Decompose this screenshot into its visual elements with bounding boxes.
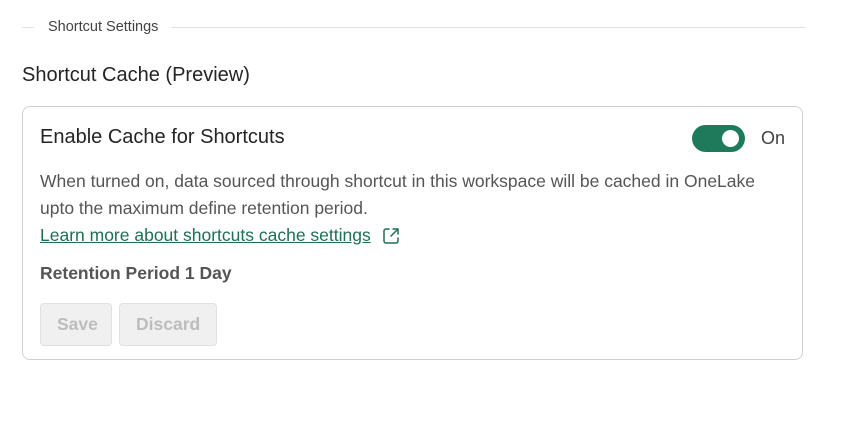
enable-cache-toggle-group: On <box>691 125 785 152</box>
shortcut-settings-page: Shortcut Settings Shortcut Cache (Previe… <box>0 0 859 427</box>
cache-settings-card: Enable Cache for Shortcuts On When turne… <box>22 106 803 360</box>
section-divider: Shortcut Settings <box>22 17 805 37</box>
save-button[interactable]: Save <box>40 303 112 346</box>
card-title: Enable Cache for Shortcuts <box>40 126 285 148</box>
section-divider-label: Shortcut Settings <box>48 19 159 35</box>
toggle-knob <box>721 130 739 147</box>
section-title: Shortcut Cache (Preview) <box>22 64 250 86</box>
toggle-state-label: On <box>760 128 785 148</box>
enable-cache-toggle[interactable] <box>691 125 745 152</box>
cache-description: When turned on, data sourced through sho… <box>40 171 755 218</box>
learn-more-link[interactable]: Learn more about shortcuts cache setting… <box>40 222 401 249</box>
discard-button[interactable]: Discard <box>119 303 217 346</box>
divider-line-left <box>22 26 34 28</box>
learn-more-link-text: Learn more about shortcuts cache setting… <box>40 225 371 245</box>
action-buttons: Save Discard <box>40 303 217 346</box>
retention-period-label: Retention Period 1 Day <box>40 263 232 283</box>
divider-line-right <box>172 26 805 28</box>
external-link-icon <box>381 226 401 246</box>
